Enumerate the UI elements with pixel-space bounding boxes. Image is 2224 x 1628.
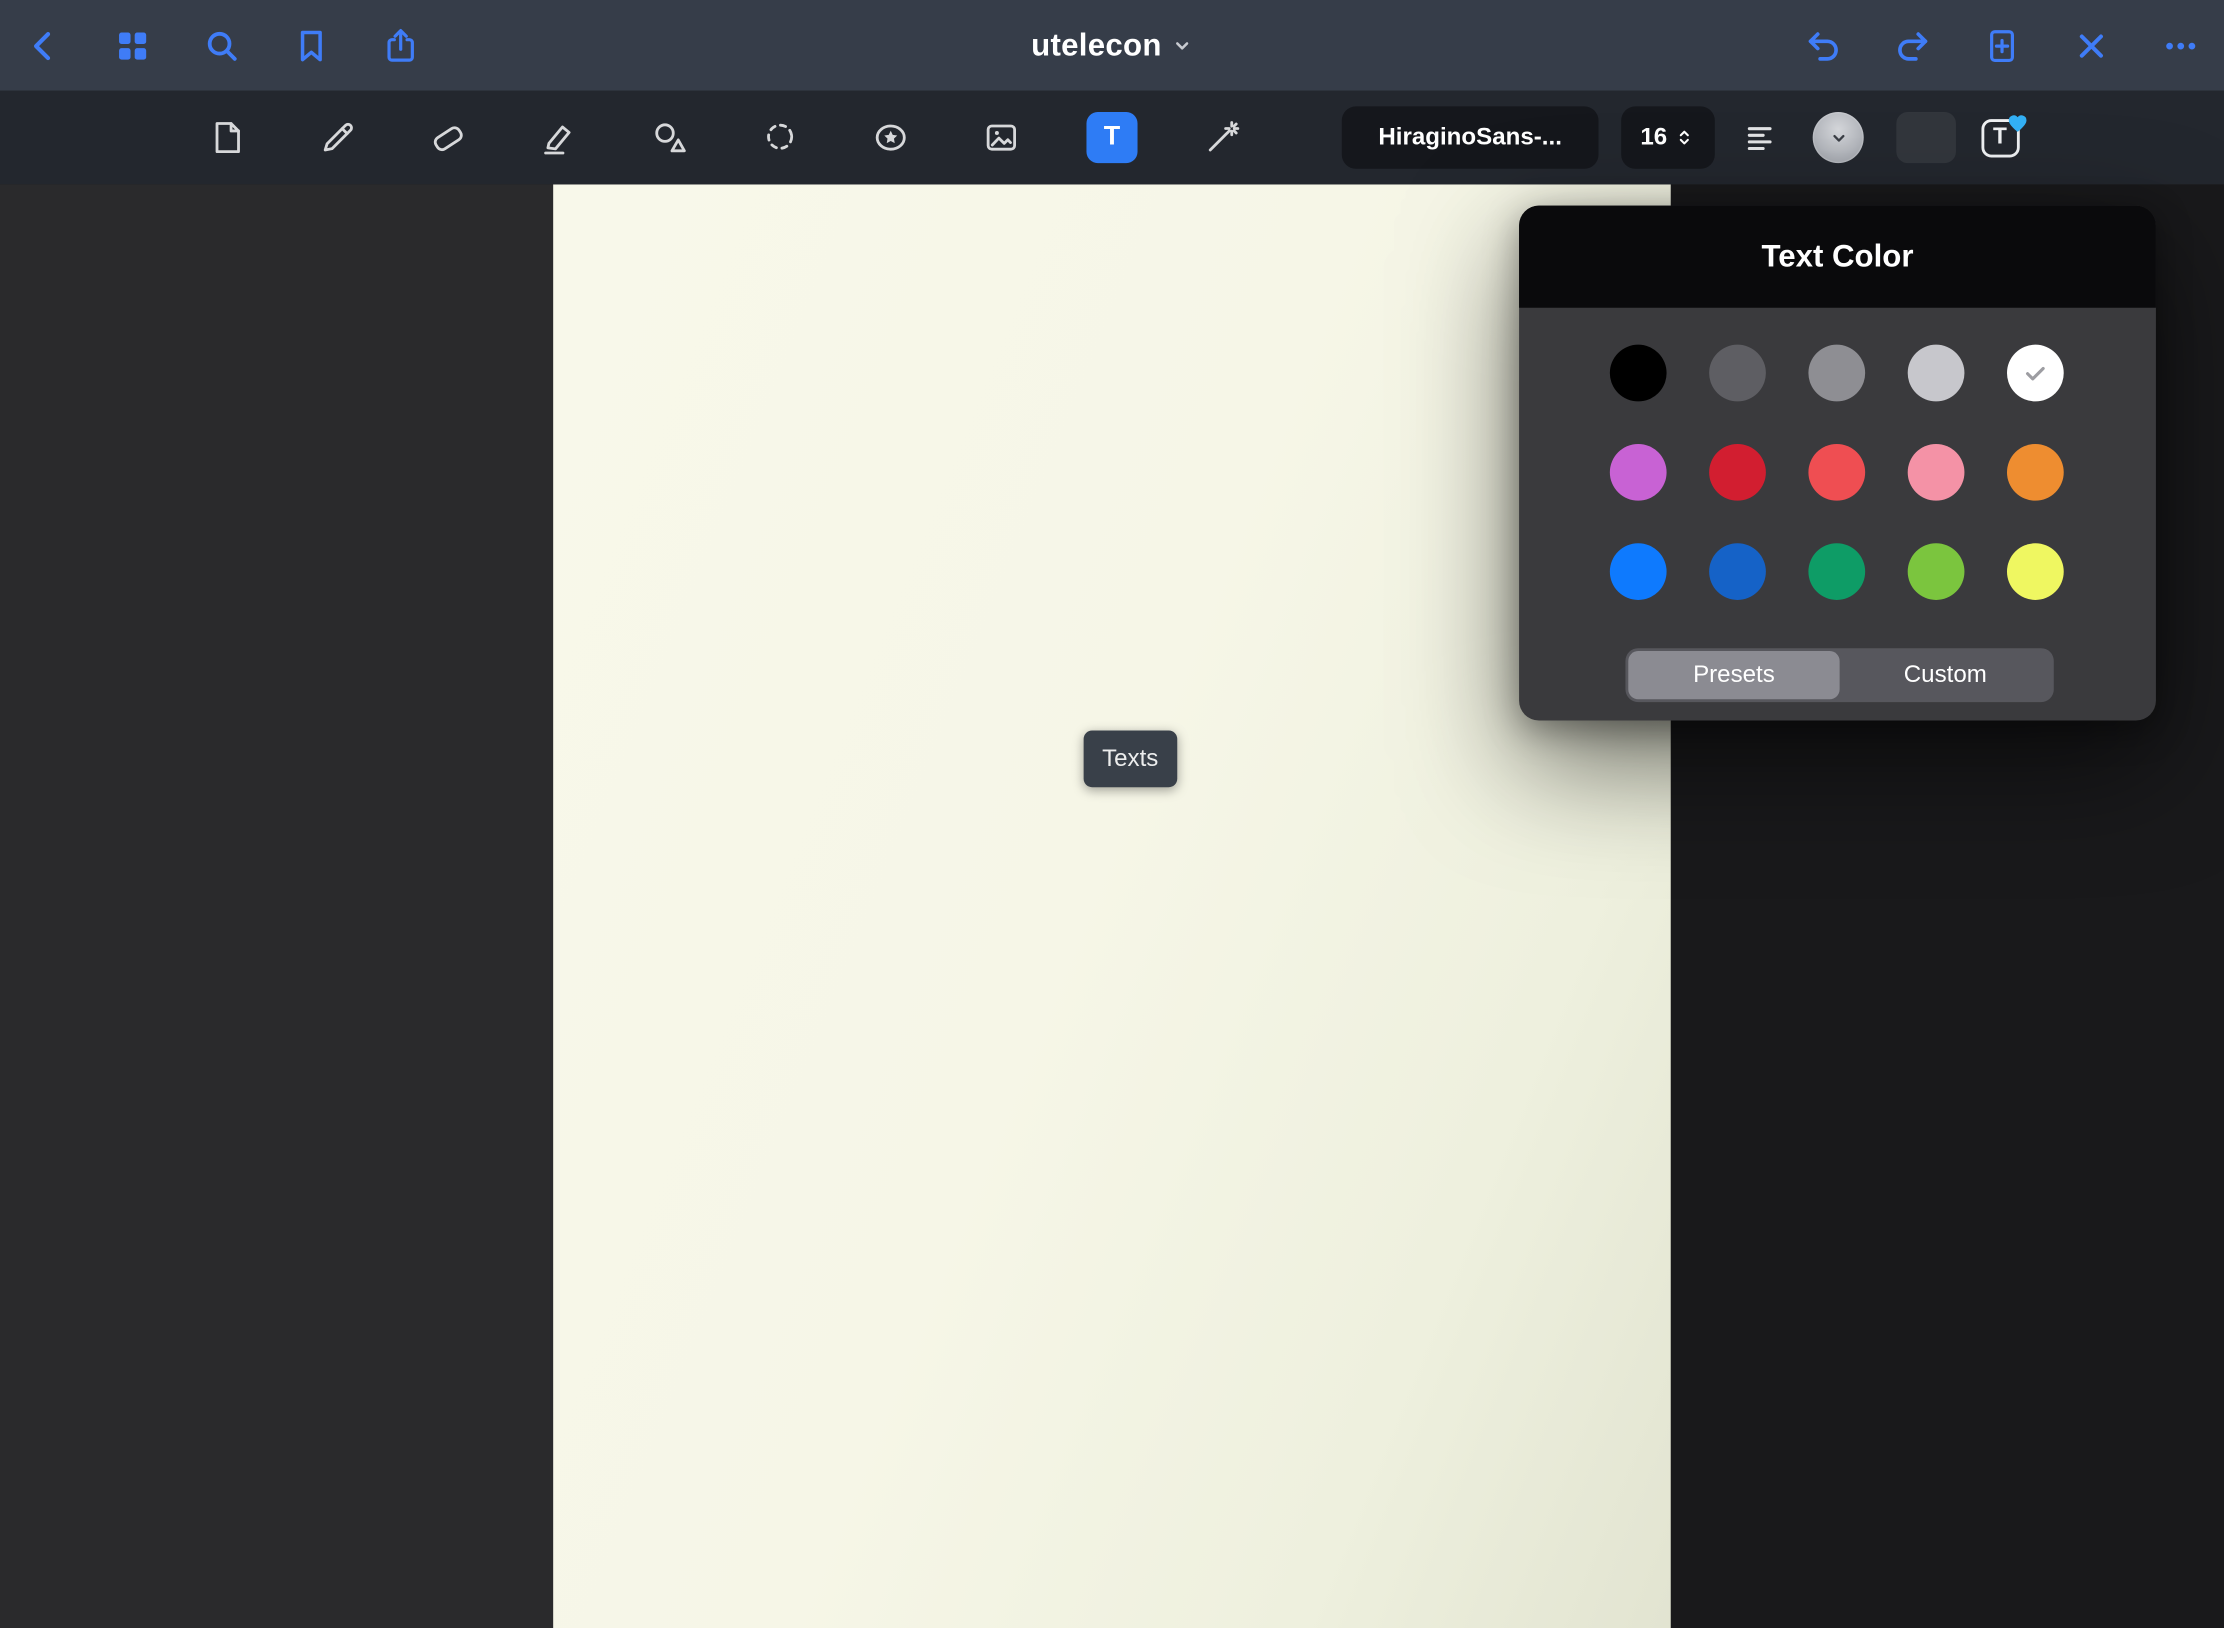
ellipsis-icon: [2162, 26, 2200, 64]
text-color-popover: Text Color Presets Custom: [1519, 206, 2156, 721]
pointer-tool[interactable]: [1197, 112, 1248, 163]
document-title-button[interactable]: utelecon: [1031, 0, 1193, 91]
topbar-left-group: [0, 26, 420, 64]
back-button[interactable]: [24, 26, 62, 64]
page-mode-icon: [207, 118, 247, 158]
font-size-value: 16: [1640, 123, 1667, 151]
star-sticker-icon: [871, 118, 911, 158]
close-icon: [2072, 26, 2110, 64]
popover-title: Text Color: [1762, 238, 1914, 275]
swatch-black[interactable]: [1610, 345, 1667, 402]
pen-icon: [318, 118, 358, 158]
shapes-tool[interactable]: [644, 112, 695, 163]
swatch-navy[interactable]: [1709, 543, 1766, 600]
grid-icon: [113, 26, 151, 64]
highlighter-tool[interactable]: [533, 112, 584, 163]
font-size-stepper[interactable]: 16: [1621, 106, 1715, 168]
custom-tab[interactable]: Custom: [1840, 651, 2051, 699]
drawing-tools-group: T: [201, 91, 1248, 185]
text-tool[interactable]: T: [1086, 112, 1137, 163]
swatch-yellow[interactable]: [2007, 543, 2064, 600]
shapes-icon: [650, 118, 690, 158]
tools-toolbar: T HiraginoSans-... 16: [0, 91, 2224, 185]
selected-text-box[interactable]: Texts: [1084, 730, 1177, 787]
search-icon: [203, 26, 241, 64]
text-align-button[interactable]: [1736, 112, 1787, 163]
text-tool-letter: T: [1104, 122, 1120, 153]
color-mode-segmented-control: Presets Custom: [1625, 648, 2053, 702]
highlighter-icon: [539, 118, 579, 158]
lasso-icon: [760, 118, 800, 158]
close-button[interactable]: [2072, 26, 2110, 64]
swatch-gray[interactable]: [1808, 345, 1865, 402]
share-button[interactable]: [382, 26, 420, 64]
chevron-down-icon: [1172, 35, 1193, 56]
laser-pointer-icon: [1203, 118, 1243, 158]
swatch-purple[interactable]: [1610, 444, 1667, 501]
more-options-button[interactable]: [2162, 26, 2200, 64]
swatch-light-gray[interactable]: [1908, 345, 1965, 402]
popover-header: Text Color: [1519, 206, 2156, 308]
app-window: utelecon: [0, 0, 2224, 1628]
font-button[interactable]: HiraginoSans-...: [1342, 106, 1599, 168]
share-icon: [382, 26, 420, 64]
swatch-coral[interactable]: [1808, 444, 1865, 501]
bookmark-icon: [292, 26, 330, 64]
undo-icon: [1804, 26, 1842, 64]
add-page-icon: [1983, 26, 2021, 64]
stepper-chevrons-icon: [1674, 123, 1695, 151]
swatch-dark-gray[interactable]: [1709, 345, 1766, 402]
chevron-down-icon: [1828, 127, 1849, 148]
align-left-icon: [1743, 119, 1780, 156]
font-name-label: HiraginoSans-...: [1378, 123, 1562, 151]
presets-tab[interactable]: Presets: [1628, 651, 1839, 699]
bookmark-button[interactable]: [292, 26, 330, 64]
page-mode-tool[interactable]: [201, 112, 252, 163]
add-page-button[interactable]: [1983, 26, 2021, 64]
undo-button[interactable]: [1804, 26, 1842, 64]
swatch-green[interactable]: [1808, 543, 1865, 600]
topbar-right-group: [1804, 26, 2224, 64]
pen-tool[interactable]: [312, 112, 363, 163]
search-button[interactable]: [203, 26, 241, 64]
image-tool[interactable]: [976, 112, 1027, 163]
redo-icon: [1894, 26, 1932, 64]
stickers-tool[interactable]: [865, 112, 916, 163]
swatch-red[interactable]: [1709, 444, 1766, 501]
note-page[interactable]: [553, 184, 1671, 1628]
image-icon: [982, 118, 1022, 158]
swatch-orange[interactable]: [2007, 444, 2064, 501]
text-background-color-button[interactable]: [1896, 112, 1956, 163]
check-icon: [2020, 357, 2051, 388]
swatch-pink[interactable]: [1908, 444, 1965, 501]
selected-text: Texts: [1102, 745, 1158, 772]
heart-icon: [2005, 110, 2029, 134]
lasso-tool[interactable]: [755, 112, 806, 163]
swatch-lime[interactable]: [1908, 543, 1965, 600]
swatch-blue[interactable]: [1610, 543, 1667, 600]
canvas-margin-left: [0, 184, 553, 1628]
text-color-button[interactable]: [1813, 112, 1864, 163]
page-title: utelecon: [1031, 27, 1162, 64]
presets-label: Presets: [1693, 661, 1775, 689]
thumbnails-button[interactable]: [113, 26, 151, 64]
top-navigation-bar: utelecon: [0, 0, 2224, 91]
eraser-icon: [428, 118, 468, 158]
custom-label: Custom: [1904, 661, 1987, 689]
color-swatch-grid: [1610, 345, 2064, 600]
redo-button[interactable]: [1894, 26, 1932, 64]
back-chevron-icon: [24, 26, 62, 64]
eraser-tool[interactable]: [423, 112, 474, 163]
favorite-text-style-button[interactable]: T: [1974, 112, 2025, 163]
swatch-white[interactable]: [2007, 345, 2064, 402]
text-style-box: T: [1981, 118, 2019, 156]
